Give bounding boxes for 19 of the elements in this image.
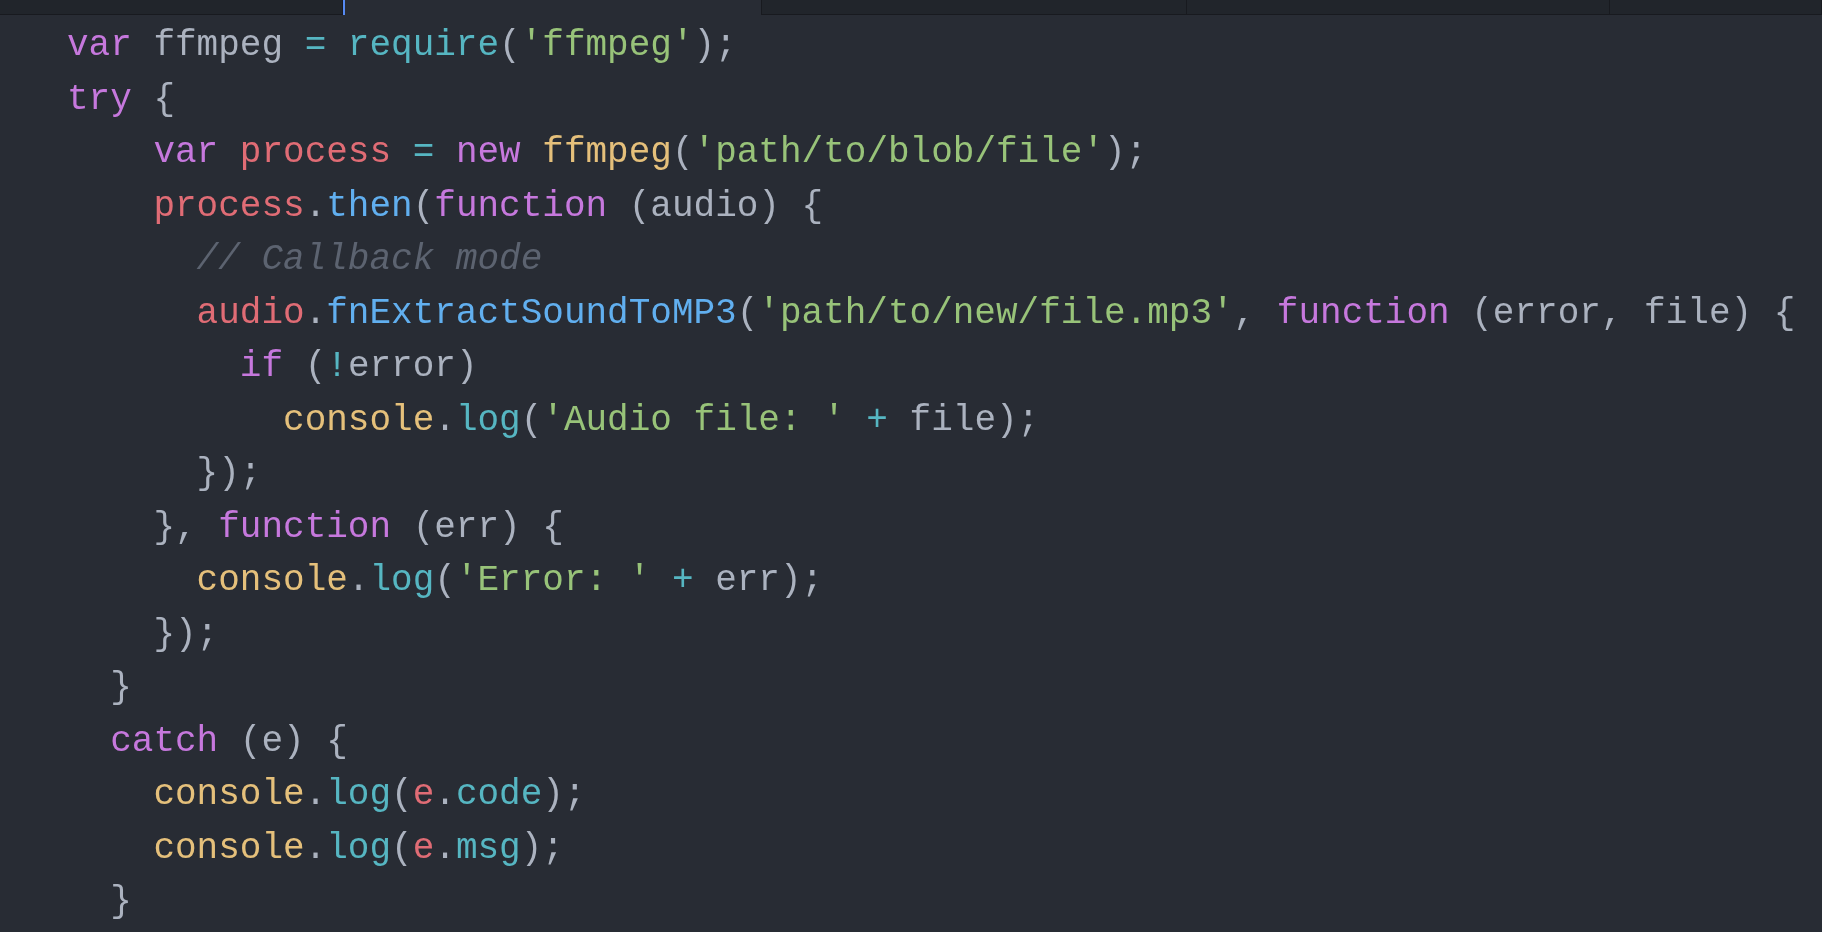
- code-line: catch (e) {: [109, 720, 348, 762]
- code-line: try {: [67, 78, 176, 120]
- code-line: console.log('Audio file: ' + file);: [282, 399, 1040, 441]
- code-line: }: [109, 667, 132, 708]
- code-line: var ffmpeg = require('ffmpeg');: [67, 25, 737, 66]
- editor-tab[interactable]: [0, 0, 343, 15]
- code-line: }, function (err) {: [152, 506, 564, 548]
- code-line: console.log(e.msg);: [152, 827, 564, 869]
- code-line: }: [109, 881, 132, 922]
- code-line: audio.fnExtractSoundToMP3('path/to/new/file.mp3', function (error, file) {: [195, 292, 1796, 334]
- code-line: console.log('Error: ' + err);: [195, 560, 824, 601]
- code-line: if (!error): [238, 346, 478, 387]
- code-line: console.log(e.code);: [152, 774, 586, 815]
- code-line: });: [195, 453, 262, 494]
- code-line: });: [152, 613, 219, 655]
- code-line: var process = new ffmpeg('path/to/blob/file');: [152, 132, 1148, 173]
- code-line: process.then(function (audio) {: [152, 185, 824, 227]
- editor-tab[interactable]: [343, 0, 762, 15]
- code-line: // Callback mode: [195, 239, 543, 280]
